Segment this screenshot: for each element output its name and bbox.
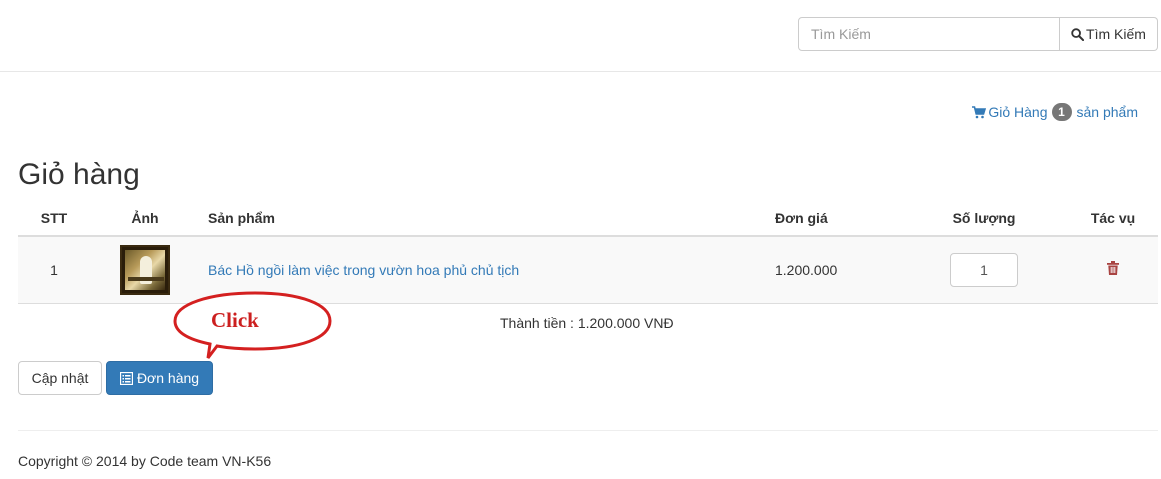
cart-suffix: sản phẩm xyxy=(1076,104,1138,120)
product-link[interactable]: Bác Hồ ngồi làm việc trong vườn hoa phủ … xyxy=(208,262,519,278)
search-input[interactable] xyxy=(798,17,1060,51)
click-annotation-text: Click xyxy=(211,308,259,332)
row-actions-cell xyxy=(1068,236,1158,304)
update-cart-button[interactable]: Cập nhật xyxy=(18,361,102,395)
cart-table: STT Ảnh Sản phẩm Đơn giá Số lượng Tác vụ… xyxy=(18,200,1158,304)
row-quantity-cell xyxy=(900,236,1068,304)
row-price: 1.200.000 xyxy=(767,236,900,304)
top-navbar: Tìm Kiếm xyxy=(0,0,1161,72)
search-form: Tìm Kiếm xyxy=(798,17,1158,51)
header-image: Ảnh xyxy=(90,200,200,237)
order-total: Thành tiền : 1.200.000 VNĐ xyxy=(500,315,674,331)
footer-divider xyxy=(18,430,1158,431)
trash-icon[interactable] xyxy=(1107,261,1119,276)
place-order-label: Đơn hàng xyxy=(136,370,200,386)
cart-count-badge: 1 xyxy=(1051,103,1072,121)
search-button[interactable]: Tìm Kiếm xyxy=(1060,17,1158,51)
quantity-input[interactable] xyxy=(950,252,1018,287)
cart-summary-link[interactable]: Giỏ Hàng 1 sản phẩm xyxy=(972,103,1138,121)
table-header-row: STT Ảnh Sản phẩm Đơn giá Số lượng Tác vụ xyxy=(18,200,1158,237)
header-stt: STT xyxy=(18,200,90,237)
footer-copyright: Copyright © 2014 by Code team VN-K56 xyxy=(18,453,272,469)
search-icon xyxy=(1071,27,1085,41)
header-quantity: Số lượng xyxy=(900,200,1068,237)
product-thumbnail[interactable] xyxy=(120,244,170,295)
row-stt: 1 xyxy=(18,236,90,304)
cart-label: Giỏ Hàng xyxy=(988,104,1048,120)
page-title: Giỏ hàng xyxy=(18,158,140,191)
header-product: Sản phẩm xyxy=(200,200,767,237)
header-price: Đơn giá xyxy=(767,200,900,237)
list-alt-icon xyxy=(119,371,133,385)
search-button-label: Tìm Kiếm xyxy=(1086,26,1146,42)
place-order-button[interactable]: Đơn hàng xyxy=(106,361,213,395)
header-actions: Tác vụ xyxy=(1068,200,1158,237)
shopping-cart-icon xyxy=(972,105,987,118)
